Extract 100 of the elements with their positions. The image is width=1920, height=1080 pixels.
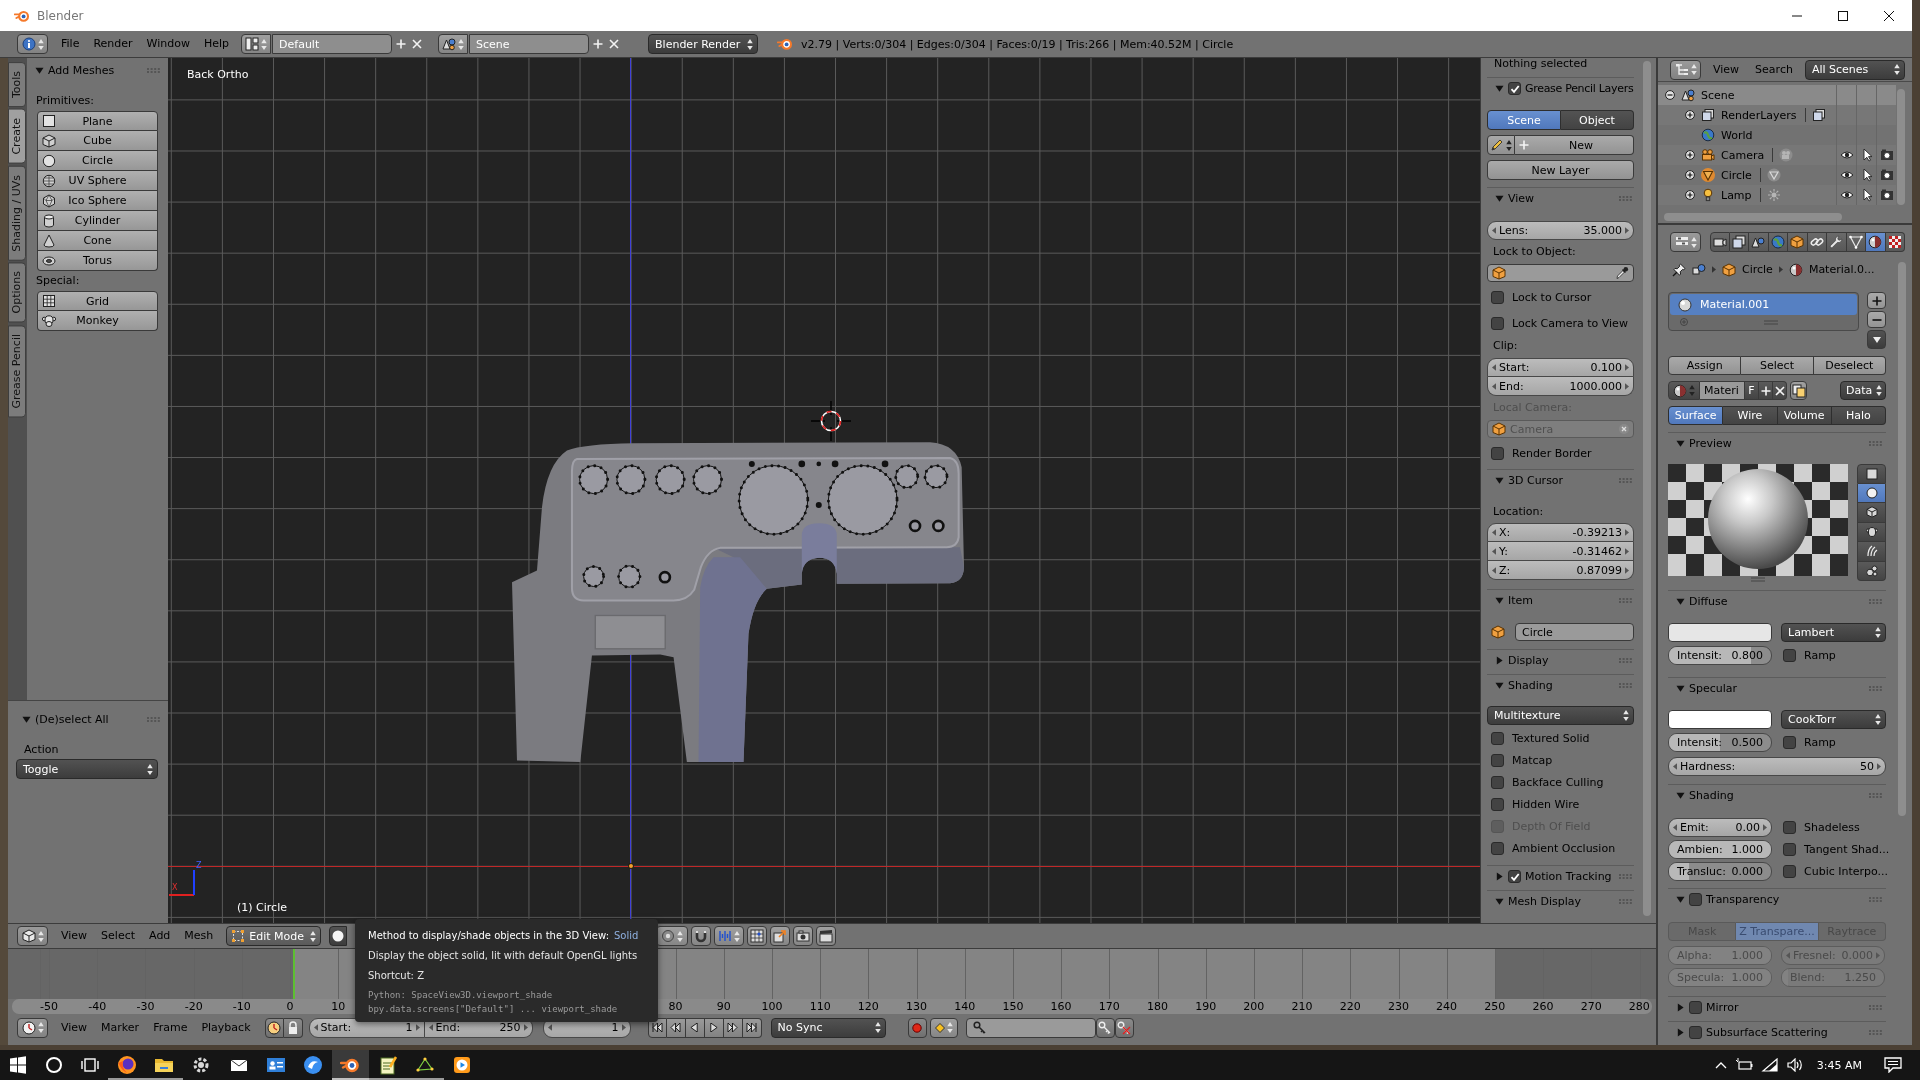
menu-item[interactable]: Frame [146, 1019, 195, 1036]
menu-item[interactable]: Marker [94, 1019, 147, 1036]
x-icon[interactable] [1619, 424, 1629, 434]
triangle-mesh-icon[interactable] [1766, 168, 1781, 182]
left-arrow-icon[interactable] [428, 1024, 433, 1031]
panel-title[interactable]: Mesh Display [1508, 895, 1581, 908]
add-mesh-button[interactable]: Cube [37, 131, 158, 151]
left-arrow-icon[interactable] [1492, 566, 1496, 574]
panel-title[interactable]: View [1508, 192, 1535, 205]
render-image-button[interactable] [793, 926, 814, 946]
material-type-tab[interactable]: Volume [1777, 406, 1832, 425]
preview-shape-button[interactable] [1857, 503, 1886, 523]
drag-grip-icon[interactable] [1619, 658, 1632, 663]
outliner-item-label[interactable]: Scene [1701, 88, 1735, 102]
checkbox[interactable] [1689, 893, 1702, 906]
slot-action-button[interactable]: Select [1741, 356, 1814, 375]
panel-title[interactable]: Subsurface Scattering [1706, 1026, 1828, 1039]
slot-action-button[interactable]: Assign [1668, 356, 1742, 375]
specular-slider[interactable]: Specula: 1.000 [1668, 968, 1772, 987]
breadcrumb-item[interactable]: Circle [1742, 263, 1773, 276]
new-layer-button[interactable]: New Layer [1487, 160, 1634, 180]
drag-grip-icon[interactable] [147, 67, 160, 73]
panel-title[interactable]: Motion Tracking [1525, 870, 1612, 883]
jump-to-next-keyframe-button[interactable] [723, 1017, 743, 1038]
outliner-row[interactable]: Camera [1658, 145, 1896, 165]
proportional-edit-button[interactable] [656, 926, 689, 946]
drag-grip-icon[interactable] [1869, 1030, 1882, 1035]
panel-title[interactable]: 3D Cursor [1508, 474, 1564, 487]
add-mesh-button[interactable]: Torus [37, 251, 158, 271]
left-arrow-icon[interactable] [1673, 824, 1677, 831]
intensity-slider[interactable]: Intensit: 0.800 [1668, 646, 1772, 665]
menu-item[interactable]: Help [196, 36, 237, 52]
drag-grip-icon[interactable] [1619, 478, 1632, 483]
menu-item[interactable]: Mesh [177, 928, 221, 944]
checkbox[interactable] [1491, 797, 1504, 811]
location-field[interactable]: Z: 0.87099 [1487, 561, 1634, 580]
material-name-field[interactable]: Materi [1700, 381, 1745, 400]
outliner-row[interactable]: RenderLayers [1658, 105, 1896, 125]
color-swatch[interactable] [1668, 623, 1772, 642]
drag-grip-icon[interactable] [1869, 897, 1882, 902]
right-arrow-icon[interactable] [1625, 566, 1629, 574]
taskbar-app-button[interactable] [331, 1050, 370, 1080]
triangle-down-icon[interactable] [1676, 597, 1685, 606]
speaker-icon[interactable] [1786, 1058, 1805, 1072]
properties-tab[interactable] [1749, 232, 1769, 252]
material-type-tab[interactable]: Wire [1723, 406, 1778, 425]
action-dropdown[interactable]: Toggle [16, 759, 158, 779]
editor-type-button[interactable] [17, 926, 48, 946]
triangle-down-icon[interactable] [1495, 84, 1504, 93]
drag-grip-icon[interactable] [1869, 599, 1882, 604]
scene-name-field[interactable]: Scene [469, 34, 590, 54]
object-field[interactable] [1487, 264, 1634, 282]
triangle-right-icon[interactable] [1495, 656, 1504, 665]
pencil-dropdown-button[interactable] [1487, 135, 1515, 155]
checkbox[interactable] [1491, 316, 1504, 330]
jump-to-end-button[interactable] [742, 1017, 762, 1038]
right-arrow-icon[interactable] [1625, 382, 1629, 390]
add-mesh-button[interactable]: Circle [37, 151, 158, 171]
right-arrow-icon[interactable] [1625, 227, 1629, 234]
screen-layout-button[interactable] [241, 34, 272, 54]
render-animation-button[interactable] [816, 926, 837, 946]
properties-tab[interactable] [1827, 232, 1847, 252]
camera-icon[interactable] [1879, 188, 1894, 202]
drag-grip-icon[interactable] [1869, 441, 1882, 446]
tool-shelf-tab[interactable]: Shading / UVs [8, 165, 26, 261]
left-arrow-icon[interactable] [1492, 529, 1496, 536]
camera-icon[interactable] [1879, 148, 1894, 162]
right-arrow-icon[interactable] [415, 1024, 420, 1031]
checkbox[interactable] [1491, 753, 1504, 767]
panel-title[interactable]: Specular [1689, 682, 1738, 695]
speech-bubble-icon[interactable] [1884, 1057, 1902, 1073]
add-mesh-button[interactable]: UV Sphere [37, 171, 158, 191]
chevron-up-icon[interactable] [1714, 1061, 1727, 1069]
outliner-item-label[interactable]: Circle [1721, 168, 1752, 182]
left-arrow-icon[interactable] [1492, 547, 1496, 555]
hardness-field[interactable]: Hardness: 50 [1668, 757, 1886, 776]
tool-shelf-tab[interactable]: Grease Pencil [8, 324, 26, 418]
intensity-slider[interactable]: Intensit: 0.500 [1668, 733, 1772, 752]
pushpin-icon[interactable] [1672, 262, 1686, 277]
location-field[interactable]: X: -0.39213 [1487, 523, 1634, 542]
material-type-tab[interactable]: Halo [1831, 406, 1886, 425]
mode-dropdown[interactable]: Edit Mode [226, 926, 322, 946]
triangle-down-icon[interactable] [35, 65, 44, 75]
eye-icon[interactable] [1839, 148, 1854, 162]
3d-viewport-background[interactable]: Back Ortho X Z (1) Circle [168, 58, 1480, 923]
properties-tab[interactable] [1885, 232, 1905, 252]
panel-title[interactable]: Item [1508, 594, 1534, 607]
outliner-row[interactable]: Lamp [1658, 185, 1896, 205]
panel-title[interactable]: Shading [1508, 679, 1553, 692]
add-slot-button[interactable] [1867, 292, 1886, 309]
snap-toggle-button[interactable] [691, 926, 712, 946]
drag-grip-icon[interactable] [1619, 874, 1632, 879]
left-arrow-icon[interactable] [547, 1024, 552, 1031]
keying-set-field[interactable] [965, 1017, 1096, 1038]
menu-item[interactable]: Add [142, 928, 178, 944]
editor-type-button[interactable] [17, 1017, 48, 1038]
alpha-slider[interactable]: Alpha: 1.000 [1668, 946, 1772, 965]
snap-element-button[interactable] [714, 926, 745, 946]
add-mesh-button[interactable]: Plane [37, 111, 158, 131]
checkbox[interactable] [1783, 843, 1796, 856]
